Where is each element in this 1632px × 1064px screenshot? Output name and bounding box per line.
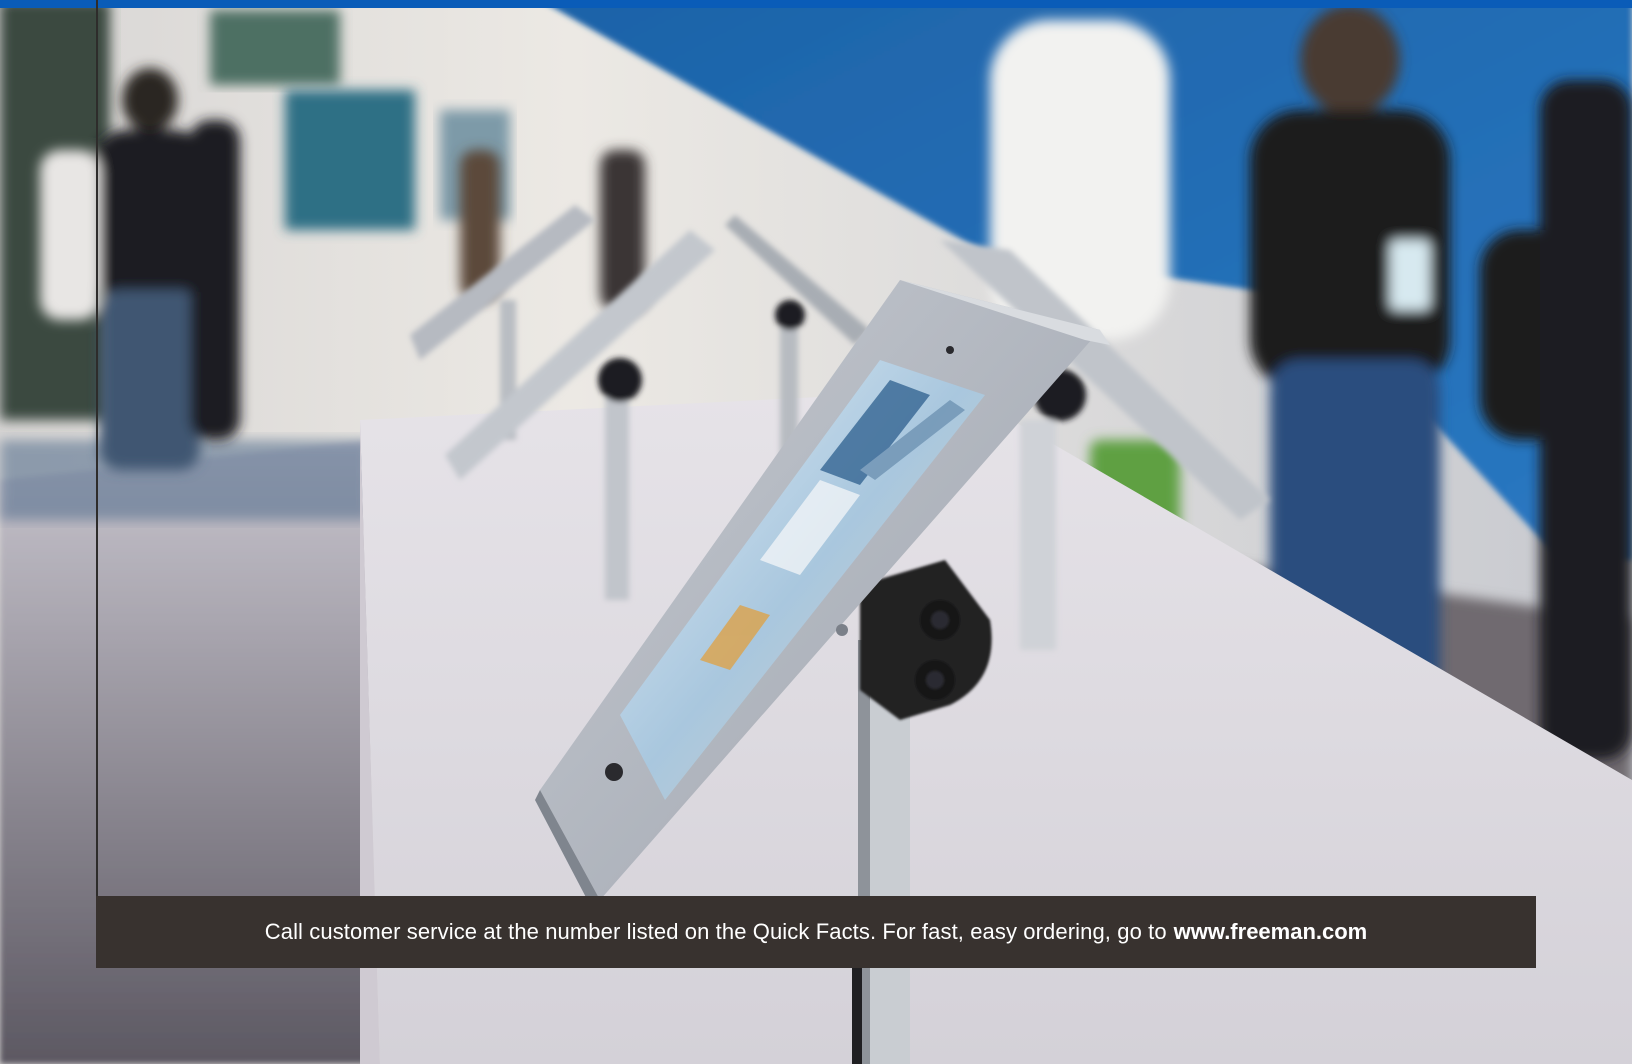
footer-text: Call customer service at the number list… [264, 919, 1167, 944]
website-link[interactable]: www.freeman.com [1174, 919, 1368, 945]
top-accent-bar [0, 0, 1632, 8]
margin-rule [96, 0, 98, 920]
footer-banner: Call customer service at the number list… [96, 896, 1536, 968]
